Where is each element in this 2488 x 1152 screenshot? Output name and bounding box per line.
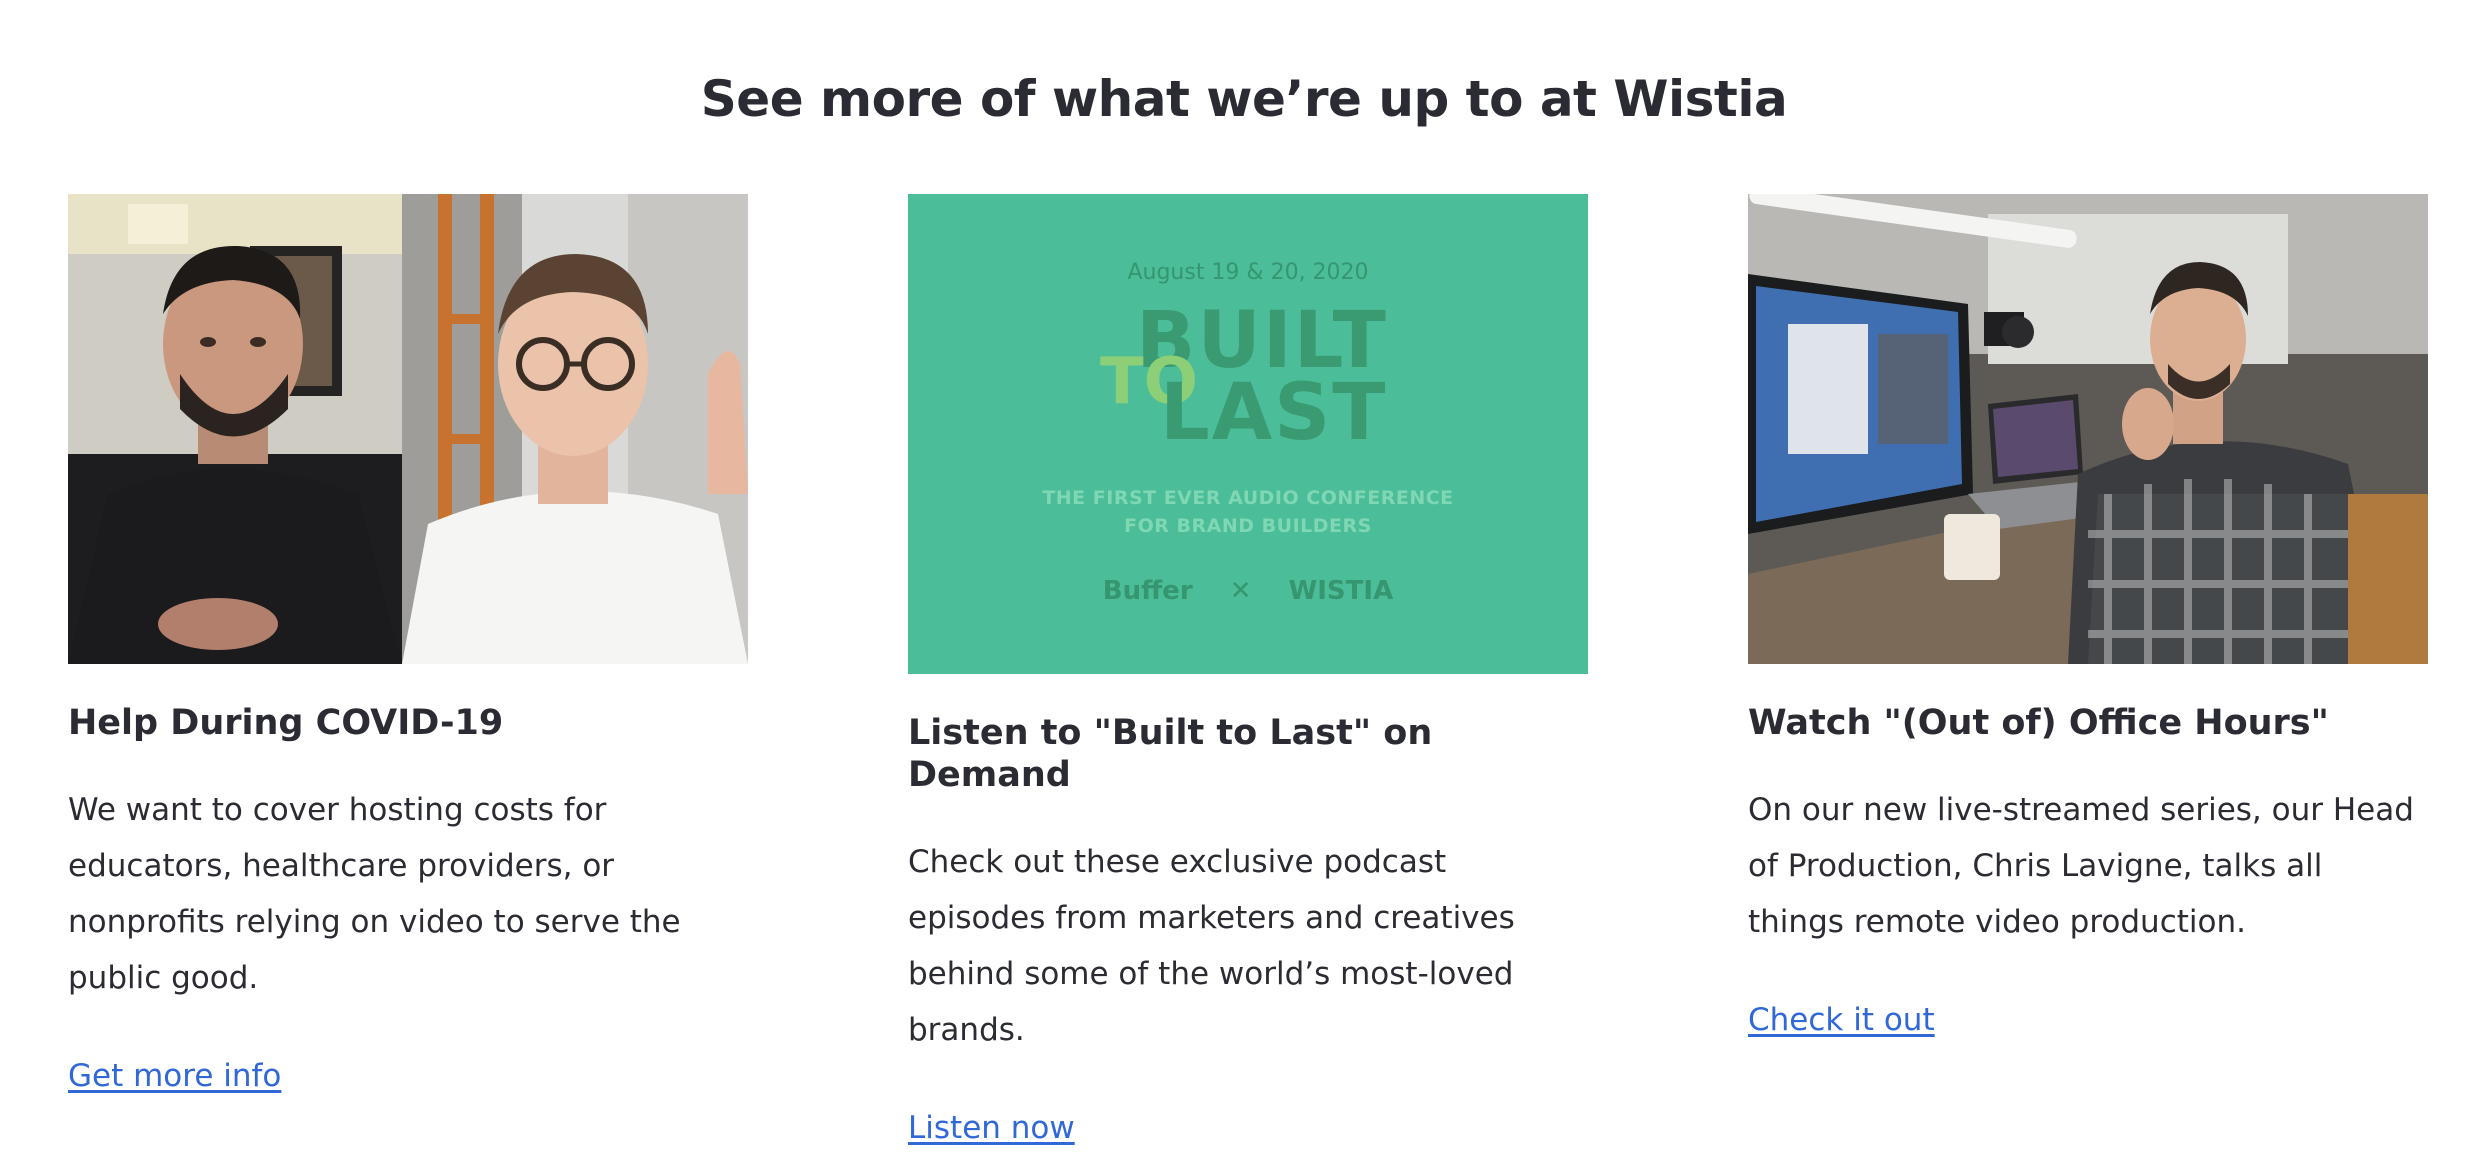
card-description: On our new live-streamed series, our Hea… bbox=[1748, 792, 2414, 940]
card-built-to-last: August 19 & 20, 2020 BUILT TO LAST THE F… bbox=[908, 194, 1588, 1146]
check-it-out-link[interactable]: Check it out bbox=[1748, 1002, 1935, 1038]
banner-last: LAST bbox=[1160, 368, 1388, 458]
banner-date: August 19 & 20, 2020 bbox=[1127, 260, 1369, 285]
card-title: Listen to "Built to Last" on Demand bbox=[908, 713, 1433, 795]
video-call-illustration bbox=[68, 194, 748, 664]
card-description: We want to cover hosting costs for educa… bbox=[68, 792, 681, 996]
get-more-info-link[interactable]: Get more info bbox=[68, 1058, 281, 1094]
buffer-logo: Buffer bbox=[1102, 576, 1193, 606]
x-separator-icon: ✕ bbox=[1229, 576, 1252, 606]
banner-subtitle-line-2: FOR BRAND BUILDERS bbox=[1124, 515, 1372, 537]
office-hours-illustration bbox=[1748, 194, 2428, 664]
section-title: See more of what we’re up to at Wistia bbox=[700, 70, 1788, 128]
card-description: Check out these exclusive podcast episod… bbox=[908, 844, 1515, 1048]
card-title: Help During COVID-19 bbox=[68, 703, 504, 743]
banner-subtitle-line-1: THE FIRST EVER AUDIO CONFERENCE bbox=[1042, 487, 1454, 509]
card-image-video-call[interactable] bbox=[68, 194, 748, 664]
card-office-hours: Watch "(Out of) Office Hours" On our new… bbox=[1748, 194, 2428, 1038]
banner-subtitle: THE FIRST EVER AUDIO CONFERENCE FOR BRAN… bbox=[908, 484, 1588, 540]
banner-sponsors: Buffer ✕ WISTIA bbox=[908, 576, 1588, 606]
listen-now-link[interactable]: Listen now bbox=[908, 1110, 1075, 1146]
built-to-last-banner[interactable]: August 19 & 20, 2020 BUILT TO LAST THE F… bbox=[908, 194, 1588, 674]
card-covid: Help During COVID-19 We want to cover ho… bbox=[68, 194, 748, 1094]
card-title: Watch "(Out of) Office Hours" bbox=[1748, 703, 2329, 743]
card-image-office-hours[interactable] bbox=[1748, 194, 2428, 664]
wistia-logo: WISTIA bbox=[1288, 576, 1394, 606]
